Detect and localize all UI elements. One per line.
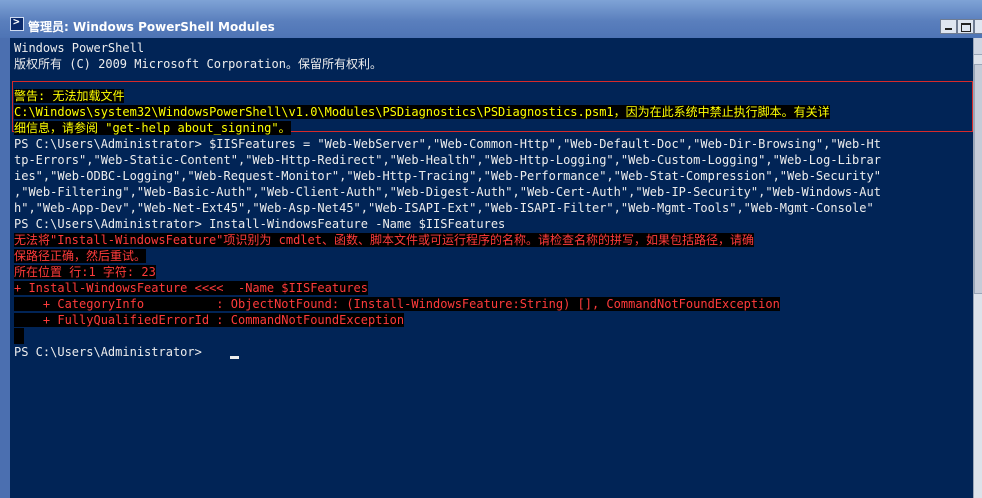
minimize-button[interactable] (940, 19, 957, 34)
powershell-window: 管理员: Windows PowerShell Modules Windows … (0, 0, 982, 498)
error-text: + FullyQualifiedErrorId : CommandNotFoun… (14, 313, 405, 327)
warning-text: C:\Windows\system32\WindowsPowerShell\v1… (14, 105, 830, 119)
console-line: tp-Errors","Web-Static-Content","Web-Htt… (14, 153, 881, 167)
warning-line: 警告: 无法加载文件 (14, 88, 125, 104)
error-line: + FullyQualifiedErrorId : CommandNotFoun… (14, 312, 405, 328)
maximize-button[interactable] (957, 19, 974, 34)
error-line: 保路径正确，然后重试。 (14, 248, 147, 264)
error-text: + CategoryInfo : ObjectNotFound: (Instal… (14, 297, 780, 311)
console-line: h","Web-App-Dev","Web-Net-Ext45","Web-As… (14, 201, 874, 215)
error-text: + Install-WindowsFeature <<<< -Name $IIS… (14, 281, 369, 295)
scroll-thumb[interactable] (974, 64, 982, 294)
prompt-line[interactable]: PS C:\Users\Administrator> (14, 344, 209, 360)
close-button[interactable] (974, 19, 982, 34)
title-bar[interactable]: 管理员: Windows PowerShell Modules (0, 0, 982, 38)
console-line: Windows PowerShell (14, 41, 145, 55)
console-line: ,"Web-Filtering","Web-Basic-Auth","Web-C… (14, 185, 881, 199)
error-line: 所在位置 行:1 字符: 23 (14, 264, 156, 280)
error-text: 无法将"Install-WindowsFeature"项识别为 cmdlet、函… (14, 233, 754, 247)
command-line: PS C:\Users\Administrator> Install-Windo… (14, 217, 506, 231)
scroll-up-arrow-icon[interactable] (974, 38, 982, 55)
console-output[interactable]: Windows PowerShell 版权所有 (C) 2009 Microso… (10, 38, 973, 498)
console-line: ies","Web-ODBC-Logging","Web-Request-Mon… (14, 169, 881, 183)
warning-text: 细信息，请参阅 "get-help about_signing"。 (14, 121, 291, 135)
warning-line: 细信息，请参阅 "get-help about_signing"。 (14, 120, 291, 136)
warning-text: 警告: 无法加载文件 (14, 89, 125, 103)
error-line: + Install-WindowsFeature <<<< -Name $IIS… (14, 280, 369, 296)
warning-line: C:\Windows\system32\WindowsPowerShell\v1… (14, 104, 830, 120)
vertical-scrollbar[interactable] (973, 38, 982, 498)
console-line: 版权所有 (C) 2009 Microsoft Corporation。保留所有… (14, 57, 382, 71)
text-cursor (230, 356, 239, 359)
error-line: + CategoryInfo : ObjectNotFound: (Instal… (14, 296, 780, 312)
command-line: PS C:\Users\Administrator> $IISFeatures … (14, 137, 881, 151)
powershell-icon (10, 15, 24, 31)
error-text: 所在位置 行:1 字符: 23 (14, 265, 156, 279)
error-block-marker (14, 328, 24, 344)
error-line: 无法将"Install-WindowsFeature"项识别为 cmdlet、函… (14, 232, 754, 248)
window-title: 管理员: Windows PowerShell Modules (28, 20, 275, 34)
error-text: 保路径正确，然后重试。 (14, 249, 147, 263)
